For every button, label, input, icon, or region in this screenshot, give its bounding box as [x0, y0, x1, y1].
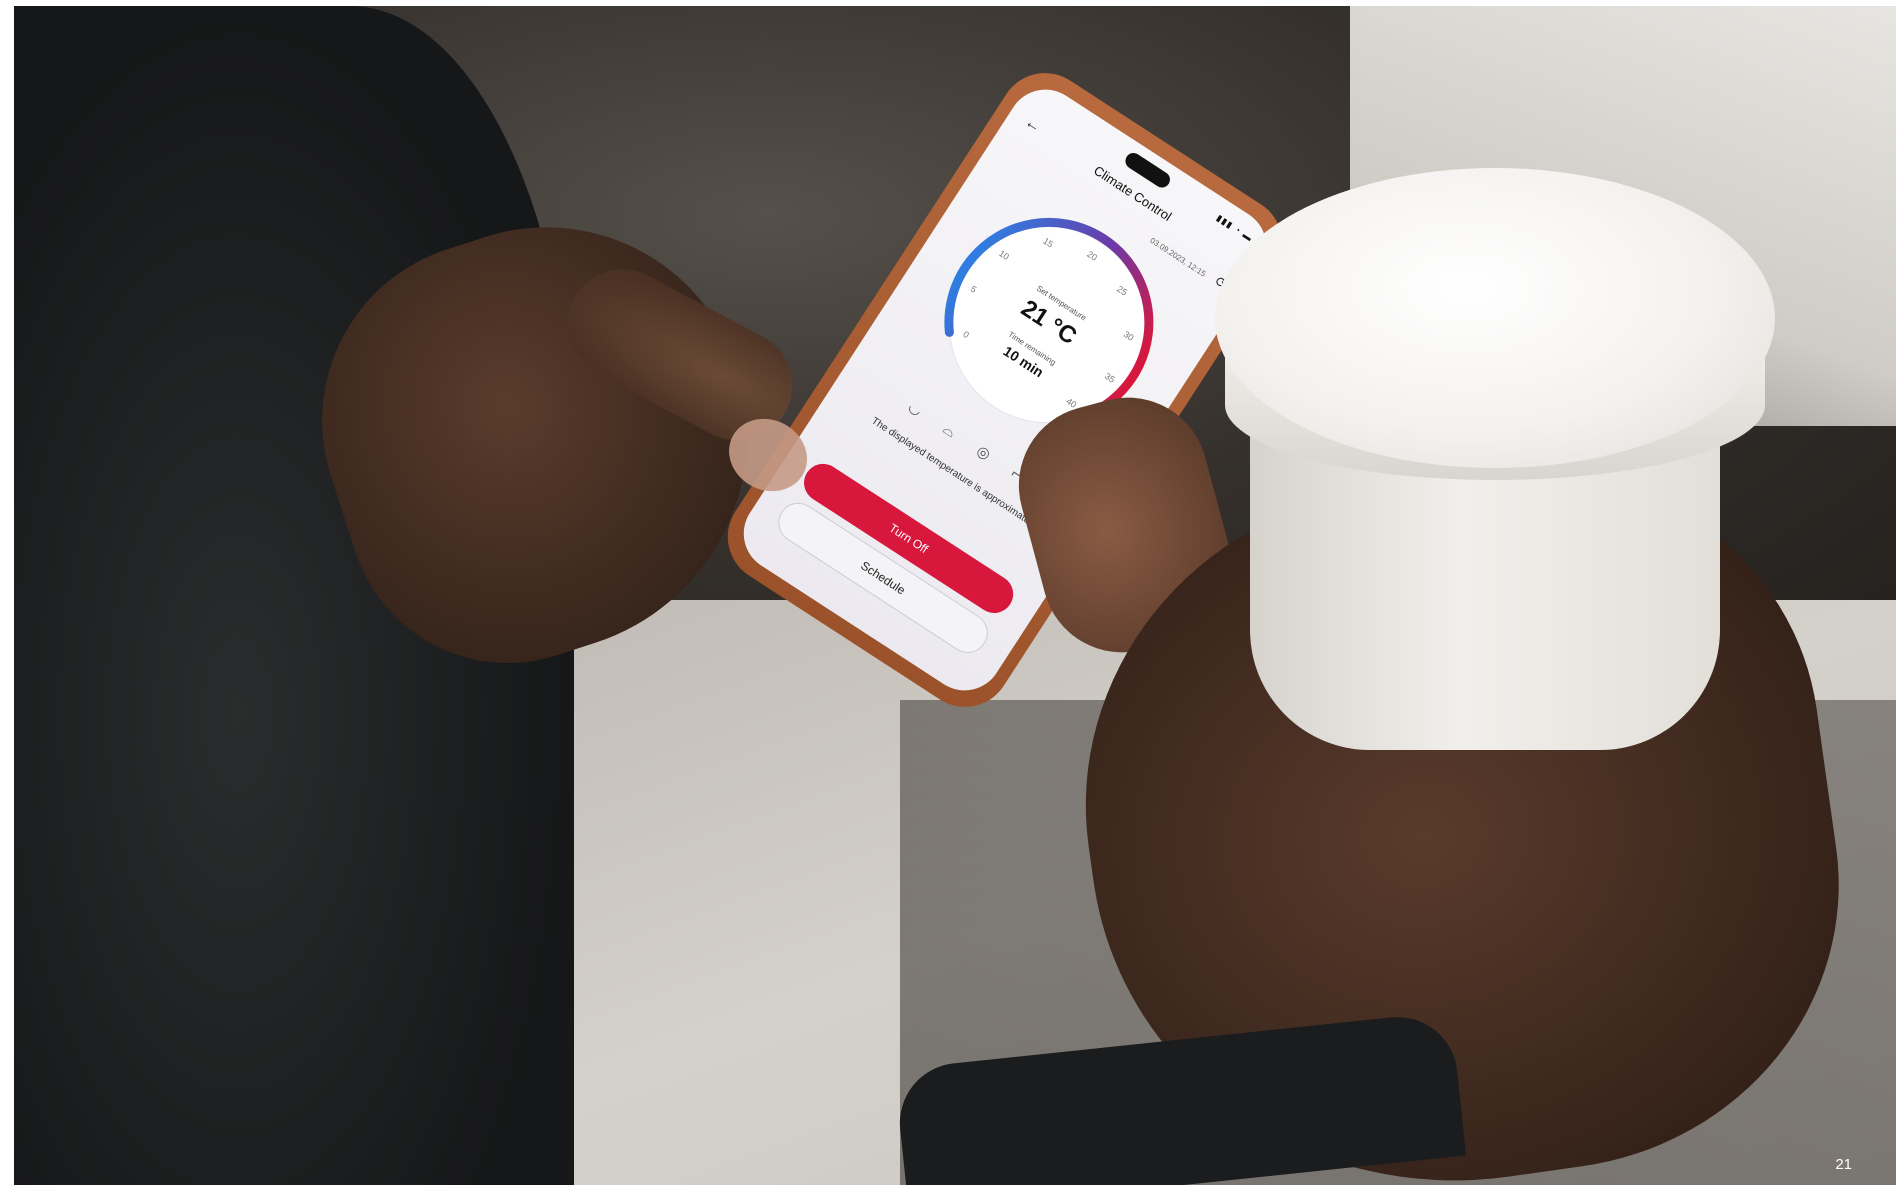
seat-heat-icon[interactable]: ◡ — [905, 398, 935, 426]
page-number: 21 — [1835, 1156, 1852, 1173]
photo-background: ▮▮▮ ◔ ▬ ← Climate Control 03.09.2023, 12… — [0, 0, 1896, 1185]
windshield-heat-icon[interactable]: ⌓ — [940, 420, 969, 447]
steering-heat-icon[interactable]: ◎ — [973, 442, 1003, 470]
page-margin-top — [0, 0, 1896, 6]
page-margin — [0, 0, 14, 1185]
status-bar-icons: ▮▮▮ ◔ ▬ — [1214, 212, 1255, 244]
coffee-cup-lid — [1215, 168, 1775, 468]
